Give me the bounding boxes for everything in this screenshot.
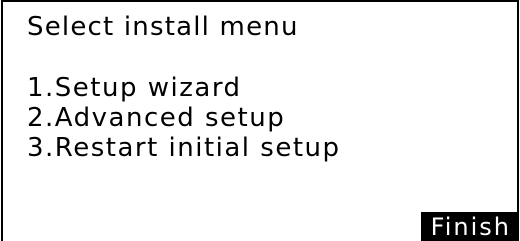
menu-item-advanced-setup[interactable]: 2.Advanced setup — [27, 103, 341, 133]
menu-item-setup-wizard[interactable]: 1.Setup wizard — [27, 73, 341, 103]
menu-item-restart-initial-setup[interactable]: 3.Restart initial setup — [27, 133, 341, 163]
finish-button[interactable]: Finish — [420, 212, 517, 241]
install-menu-screen: Select install menu 1.Setup wizard 2.Adv… — [1, 0, 519, 241]
install-menu-list: 1.Setup wizard 2.Advanced setup 3.Restar… — [27, 73, 341, 163]
screen-title: Select install menu — [27, 12, 299, 42]
